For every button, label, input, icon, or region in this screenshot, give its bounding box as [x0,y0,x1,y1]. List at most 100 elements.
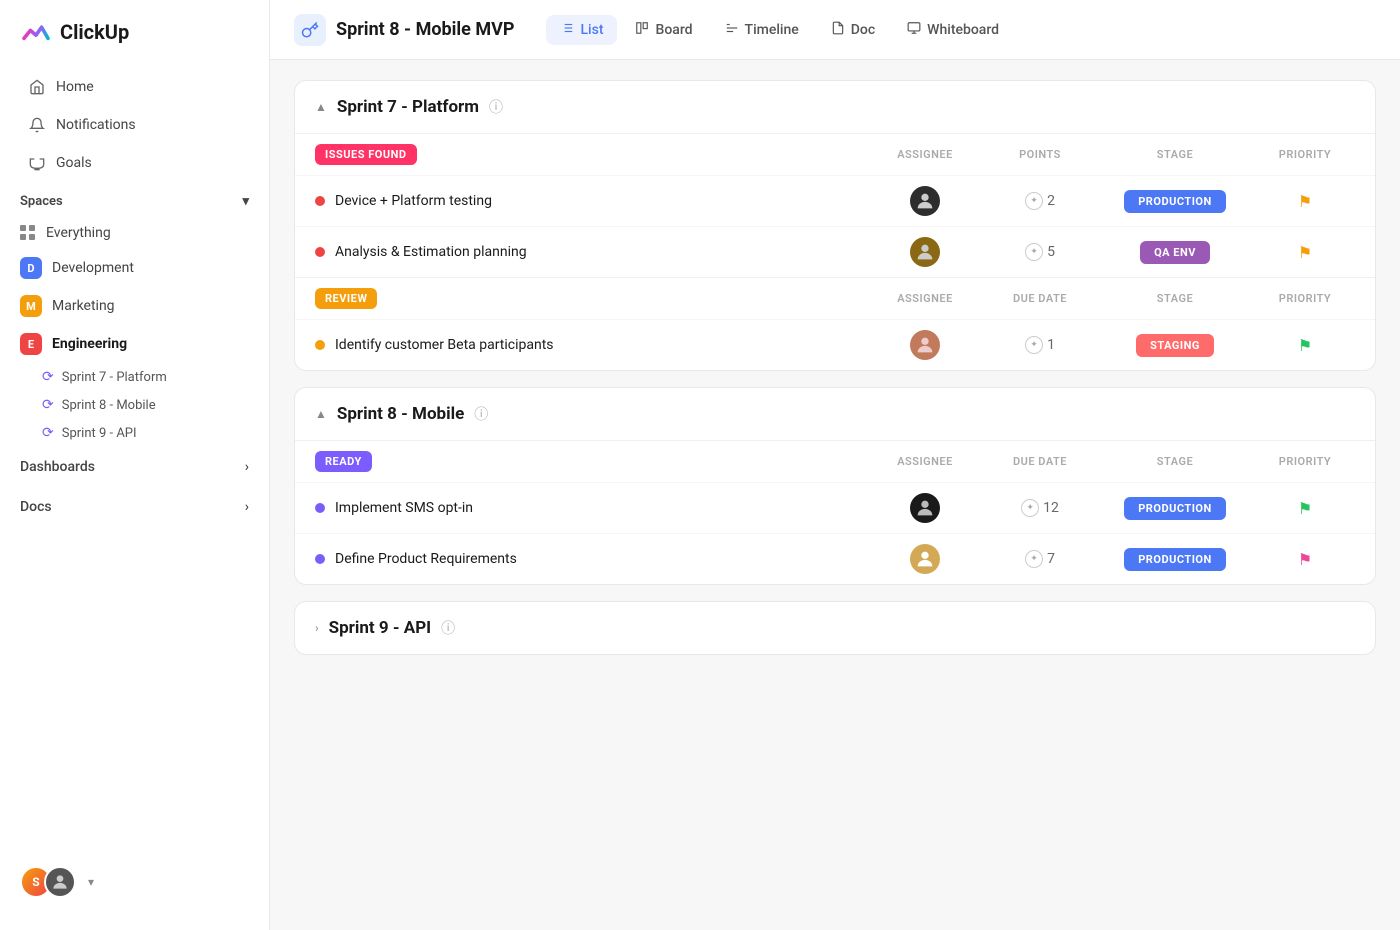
doc-icon [831,21,845,39]
priority-cell: ⚑ [1255,192,1355,211]
points-icon: ✦ [1025,243,1043,261]
stage-badge: QA ENV [1140,241,1210,264]
col-due-date-3: DUE DATE [985,455,1095,468]
sprint7-title: Sprint 7 - Platform [337,97,479,117]
points-cell: ✦ 1 [985,336,1095,354]
task-dot-yellow [315,340,325,350]
sprint7-info-icon[interactable]: ⓘ [489,97,503,117]
stage-cell: QA ENV [1095,241,1255,264]
table-row[interactable]: Analysis & Estimation planning ✦ 5 QA EN… [295,226,1375,277]
avatar [910,186,940,216]
sidebar-item-everything[interactable]: Everything [0,217,269,249]
points-cell: ✦ 7 [985,550,1095,568]
footer-chevron[interactable]: ▾ [88,875,94,889]
stage-badge: STAGING [1136,334,1214,357]
stage-cell: STAGING [1095,334,1255,357]
table-row[interactable]: Identify customer Beta participants ✦ 1 … [295,319,1375,370]
points-cell: ✦ 5 [985,243,1095,261]
sprint9-info-icon[interactable]: ⓘ [441,618,455,638]
tab-list-label: List [580,22,603,38]
tab-whiteboard[interactable]: Whiteboard [893,15,1013,45]
sidebar: ClickUp Home Notifications Goals Spaces … [0,0,270,930]
task-name: Define Product Requirements [315,551,865,567]
docs-chevron: › [245,499,249,515]
col-stage-2: STAGE [1095,292,1255,305]
tab-timeline[interactable]: Timeline [711,15,813,45]
sidebar-sprint8-label: Sprint 8 - Mobile [62,398,156,413]
development-badge: D [20,257,42,279]
sidebar-item-marketing[interactable]: M Marketing [0,287,269,325]
task-dot-red [315,196,325,206]
content-area: ▲ Sprint 7 - Platform ⓘ ISSUES FOUND ASS… [270,60,1400,930]
main-content: Sprint 8 - Mobile MVP List Board Timelin… [270,0,1400,930]
sidebar-footer: S ▾ [0,850,269,914]
sidebar-item-sprint8[interactable]: ⟳ Sprint 8 - Mobile [0,391,269,419]
sprint-card-sprint8: ▲ Sprint 8 - Mobile ⓘ READY ASSIGNEE DUE… [294,387,1376,585]
priority-cell: ⚑ [1255,243,1355,262]
col-priority-2: PRIORITY [1255,292,1355,305]
spaces-collapse-icon[interactable]: ▾ [242,194,249,209]
sidebar-item-engineering[interactable]: E Engineering [0,325,269,363]
sprint7-collapse-icon[interactable]: ▲ [315,100,327,114]
table-row[interactable]: Implement SMS opt-in ✦ 12 PRODUCTION [295,482,1375,533]
task-dot-red [315,247,325,257]
assignee-cell [865,493,985,523]
avatar [910,544,940,574]
task-name: Implement SMS opt-in [315,500,865,516]
sprint9-title: Sprint 9 - API [329,618,432,638]
sprint9-header: › Sprint 9 - API ⓘ [295,602,1375,654]
sidebar-item-home[interactable]: Home [8,68,261,106]
avatar [910,237,940,267]
stage-cell: PRODUCTION [1095,548,1255,571]
table-row[interactable]: Define Product Requirements ✦ 7 PRODUCTI… [295,533,1375,584]
tab-doc[interactable]: Doc [817,15,889,45]
sidebar-item-sprint9[interactable]: ⟳ Sprint 9 - API [0,419,269,447]
sidebar-item-engineering-label: Engineering [52,336,127,352]
header-title-area: Sprint 8 - Mobile MVP [294,14,514,46]
sprint8-icon: ⟳ [42,397,54,413]
sprint8-collapse-icon[interactable]: ▲ [315,407,327,421]
points-icon: ✦ [1021,499,1039,517]
stage-badge: PRODUCTION [1124,497,1226,520]
header-nav: List Board Timeline Doc [546,15,1013,45]
assignee-cell [865,237,985,267]
logo-area: ClickUp [0,16,269,68]
sprint8-header: ▲ Sprint 8 - Mobile ⓘ [295,388,1375,440]
avatar-group: S [20,866,76,898]
task-dot-purple [315,554,325,564]
sprint9-collapse-icon[interactable]: › [315,621,319,635]
timeline-icon [725,21,739,39]
stage-cell: PRODUCTION [1095,497,1255,520]
group-issues: ISSUES FOUND ASSIGNEE POINTS STAGE PRIOR… [295,133,1375,277]
tab-board[interactable]: Board [621,15,706,45]
stage-badge: PRODUCTION [1124,548,1226,571]
sprint8-info-icon[interactable]: ⓘ [474,404,488,424]
priority-flag: ⚑ [1298,336,1312,355]
sidebar-item-goals[interactable]: Goals [8,144,261,182]
sidebar-item-sprint7[interactable]: ⟳ Sprint 7 - Platform [0,363,269,391]
engineering-badge: E [20,333,42,355]
priority-cell: ⚑ [1255,336,1355,355]
sidebar-item-notifications[interactable]: Notifications [8,106,261,144]
sidebar-sprint9-label: Sprint 9 - API [62,426,137,441]
header-sprint-icon [294,14,326,46]
list-icon [560,21,574,39]
table-row[interactable]: Device + Platform testing ✦ 2 PRODUCTION [295,175,1375,226]
assignee-cell [865,544,985,574]
sidebar-item-development[interactable]: D Development [0,249,269,287]
sidebar-item-goals-label: Goals [56,155,92,171]
priority-cell: ⚑ [1255,550,1355,569]
sidebar-item-dashboards[interactable]: Dashboards › [0,447,269,487]
avatar [910,493,940,523]
sprint8-title: Sprint 8 - Mobile [337,404,464,424]
tab-list[interactable]: List [546,15,617,45]
marketing-badge: M [20,295,42,317]
sidebar-item-marketing-label: Marketing [52,298,115,314]
col-points-1: POINTS [985,148,1095,161]
sprint-card-sprint9: › Sprint 9 - API ⓘ [294,601,1376,655]
issues-group-header: ISSUES FOUND ASSIGNEE POINTS STAGE PRIOR… [295,133,1375,175]
whiteboard-icon [907,21,921,39]
task-label: Define Product Requirements [335,551,517,567]
points-icon: ✦ [1025,192,1043,210]
sidebar-item-docs[interactable]: Docs › [0,487,269,527]
